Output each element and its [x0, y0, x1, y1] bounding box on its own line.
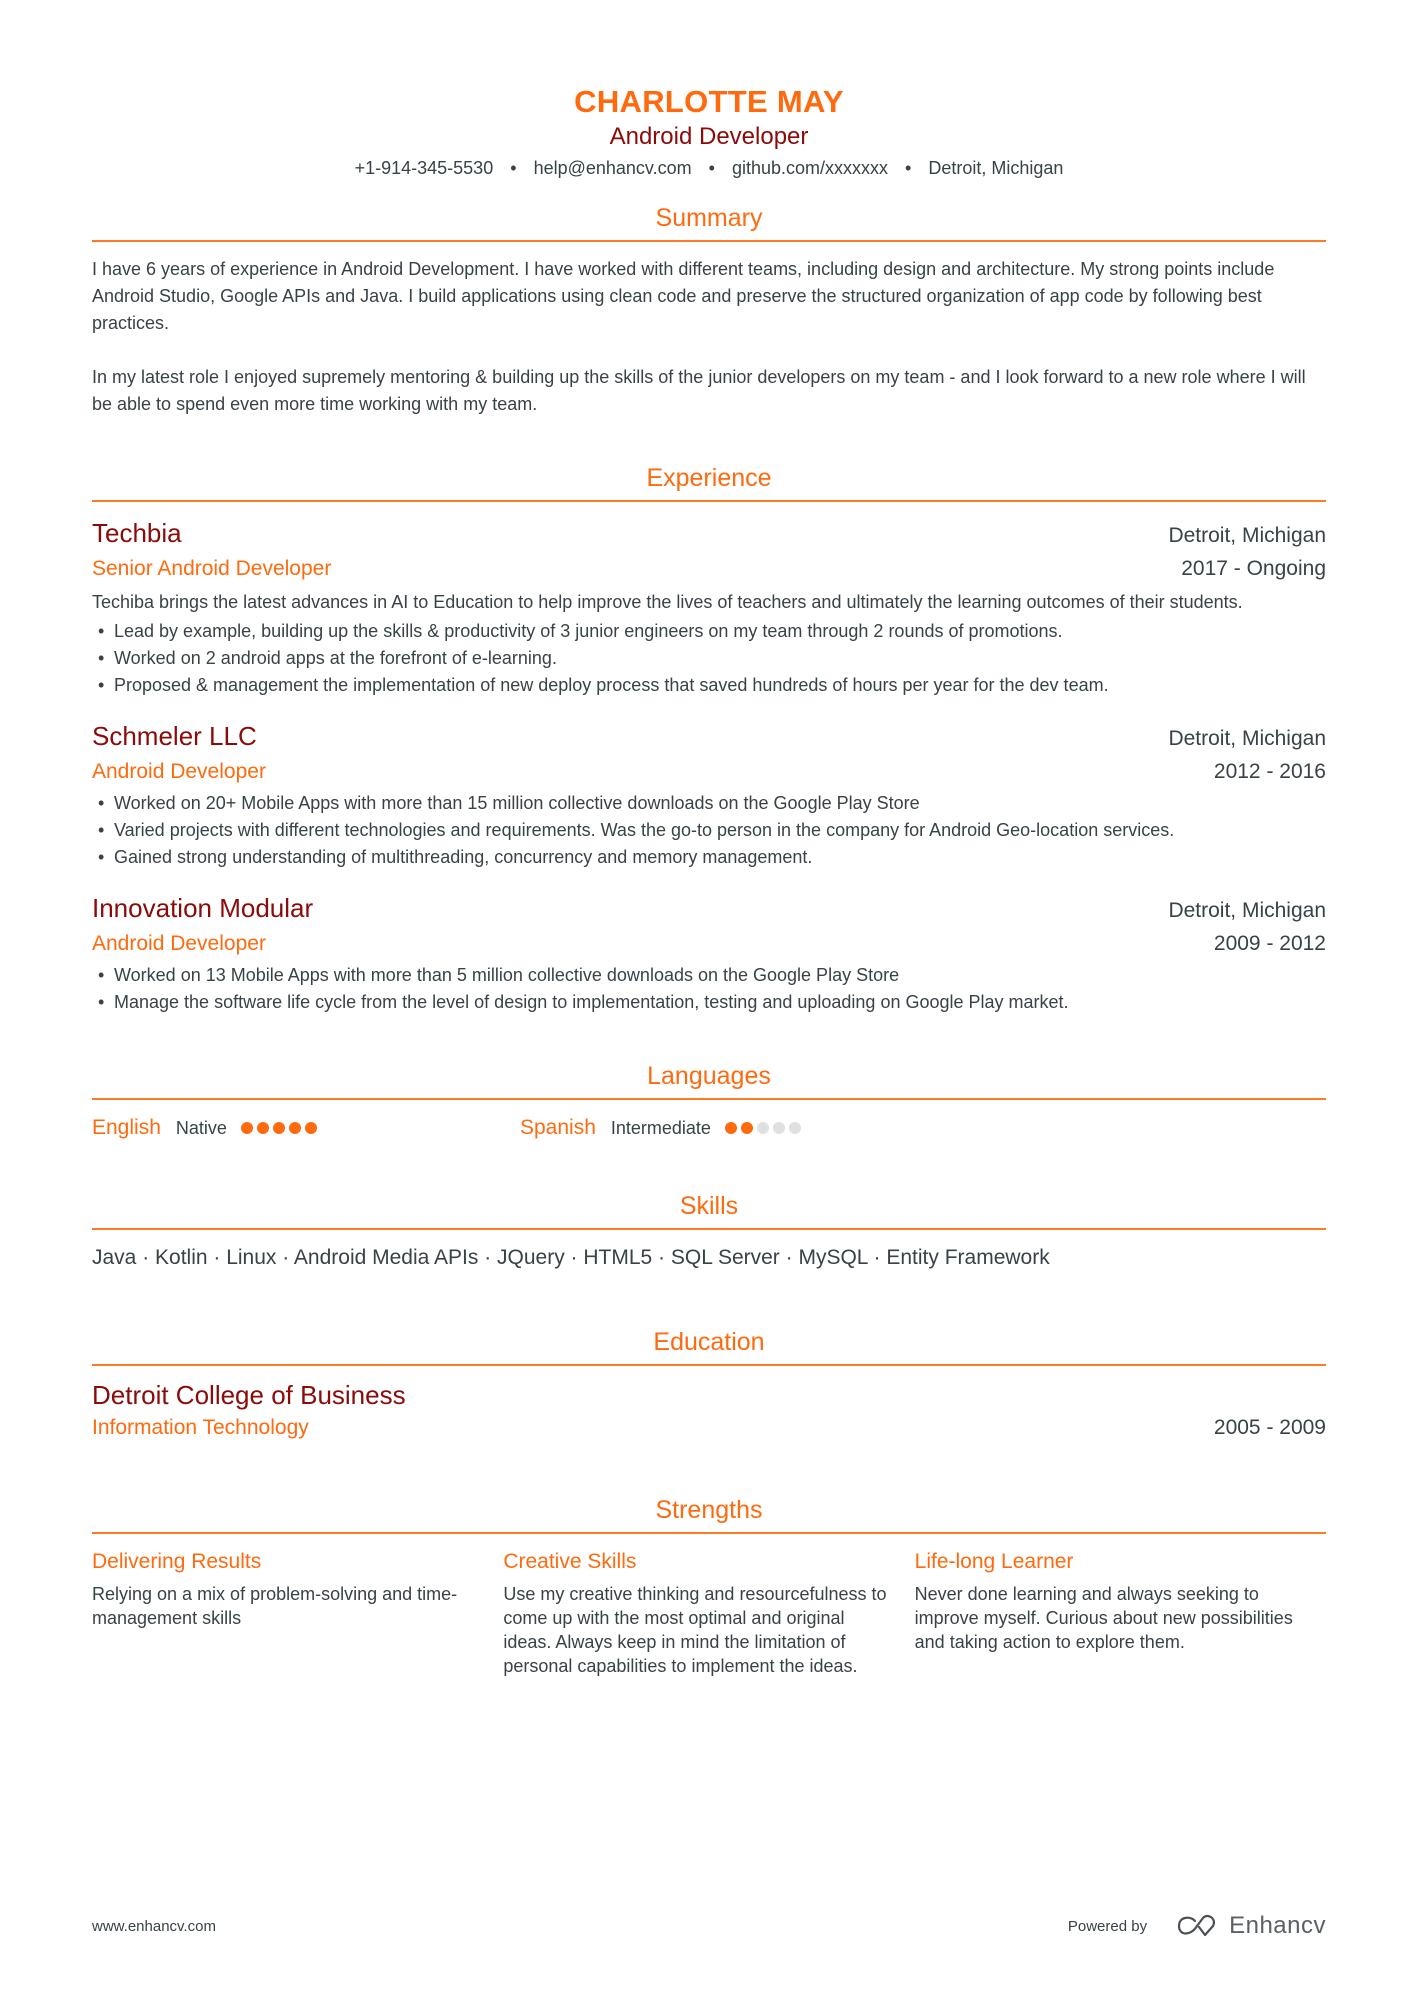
education-dates: 2005 - 2009 [1213, 1416, 1326, 1439]
rating-dot-empty [772, 1122, 785, 1134]
job-bullet: Manage the software life cycle from the … [92, 989, 1326, 1016]
enhancv-logo-icon [1177, 1914, 1216, 1937]
job-role: Android Developer [92, 932, 266, 955]
page-footer: www.enhancv.com Powered by Enhancv [92, 1912, 1326, 1940]
language-rating [240, 1122, 321, 1134]
job-role: Senior Android Developer [92, 557, 332, 580]
strength-description: Relying on a mix of problem-solving and … [92, 1584, 458, 1628]
summary-paragraph: In my latest role I enjoyed supremely me… [92, 367, 1306, 414]
school-name: Detroit College of Business [92, 1380, 406, 1410]
section-divider [92, 500, 1326, 502]
section-divider [92, 1098, 1326, 1100]
contact-separator: • [708, 158, 715, 178]
job-bullet: Worked on 2 android apps at the forefron… [92, 645, 1326, 672]
candidate-name: CHARLOTTE MAY [574, 84, 844, 119]
rating-dot-empty [756, 1122, 769, 1134]
strength-description: Use my creative thinking and resourceful… [503, 1584, 887, 1676]
job-bullet: Worked on 20+ Mobile Apps with more than… [92, 790, 1326, 817]
resume-page: CHARLOTTE MAY Android Developer +1-914-3… [92, 0, 1326, 1678]
contact-location: Detroit, Michigan [928, 158, 1064, 178]
rating-dot-filled [240, 1122, 253, 1134]
section-heading-strengths: Strengths [655, 1496, 763, 1524]
job-bullets: Lead by example, building up the skills … [92, 618, 1326, 699]
section-heading-summary: Summary [655, 204, 763, 232]
experience-section: Experience Techbia Detroit, Michigan Sen… [92, 462, 1326, 1016]
job-bullets: Worked on 13 Mobile Apps with more than … [92, 962, 1326, 1016]
strength-description: Never done learning and always seeking t… [914, 1584, 1293, 1652]
powered-by: Powered by Enhancv [1068, 1912, 1326, 1940]
rating-dot-filled [272, 1122, 285, 1134]
summary-paragraph: I have 6 years of experience in Android … [92, 259, 1275, 333]
job-bullet: Varied projects with different technolog… [92, 817, 1326, 844]
contact-phone: +1-914-345-5530 [354, 158, 494, 178]
language-name: Spanish [520, 1116, 596, 1139]
experience-entry: Innovation Modular Detroit, Michigan And… [92, 891, 1326, 1016]
languages-section: Languages English Native Spanish Interme… [92, 1060, 1326, 1144]
footer-url-link[interactable]: www.enhancv.com [92, 1918, 216, 1935]
skills-section: Skills Java · Kotlin · Linux · Android M… [92, 1190, 1326, 1274]
summary-section: Summary I have 6 years of experience in … [92, 202, 1326, 418]
brand-link[interactable]: Enhancv [1175, 1912, 1326, 1940]
powered-by-label: Powered by [1067, 1917, 1148, 1935]
job-location: Detroit, Michigan [1168, 899, 1326, 922]
job-bullet: Worked on 13 Mobile Apps with more than … [92, 962, 1326, 989]
contact-separator: • [905, 158, 912, 178]
strength-item: Life-long Learner Never done learning an… [915, 1546, 1326, 1678]
section-divider [92, 1228, 1326, 1230]
language-item: English Native [92, 1112, 520, 1144]
rating-dot-filled [304, 1122, 317, 1134]
company-name: Techbia [92, 518, 182, 548]
job-bullets: Worked on 20+ Mobile Apps with more than… [92, 790, 1326, 871]
company-name: Innovation Modular [92, 893, 314, 923]
company-name: Schmeler LLC [92, 721, 257, 751]
skills-list: Java · Kotlin · Linux · Android Media AP… [92, 1246, 1050, 1269]
section-heading-skills: Skills [679, 1192, 739, 1220]
job-bullet: Gained strong understanding of multithre… [92, 844, 1326, 871]
strength-item: Creative Skills Use my creative thinking… [503, 1546, 914, 1678]
section-heading-education: Education [653, 1328, 765, 1356]
contact-line: +1-914-345-5530 • help@enhancv.com • git… [92, 154, 1326, 182]
section-heading-experience: Experience [646, 464, 772, 492]
section-divider [92, 240, 1326, 242]
contact-email[interactable]: help@enhancv.com [534, 158, 692, 178]
education-section: Education Detroit College of Business In… [92, 1326, 1326, 1444]
degree-name: Information Technology [92, 1416, 309, 1439]
rating-dot-filled [724, 1122, 737, 1134]
section-heading-languages: Languages [647, 1062, 771, 1090]
job-bullet: Proposed & management the implementation… [92, 672, 1326, 699]
contact-github[interactable]: github.com/xxxxxxx [732, 158, 888, 178]
strength-item: Delivering Results Relying on a mix of p… [92, 1546, 503, 1678]
experience-entry: Schmeler LLC Detroit, Michigan Android D… [92, 719, 1326, 871]
job-role: Android Developer [92, 760, 266, 783]
language-item: Spanish Intermediate [520, 1112, 948, 1144]
strength-title: Creative Skills [503, 1550, 637, 1573]
rating-dot-filled [740, 1122, 753, 1134]
strength-title: Delivering Results [92, 1550, 262, 1573]
language-level: Intermediate [610, 1117, 711, 1138]
job-location: Detroit, Michigan [1168, 524, 1326, 547]
summary-body: I have 6 years of experience in Android … [92, 256, 1326, 418]
language-rating [724, 1122, 805, 1134]
section-divider [92, 1532, 1326, 1534]
strengths-section: Strengths Delivering Results Relying on … [92, 1494, 1326, 1678]
language-level: Native [175, 1117, 227, 1138]
education-entry: Detroit College of Business Information … [92, 1378, 1326, 1444]
language-name: English [92, 1116, 161, 1139]
job-dates: 2017 - Ongoing [1181, 557, 1326, 580]
candidate-title: Android Developer [609, 123, 809, 150]
rating-dot-empty [788, 1122, 801, 1134]
rating-dot-filled [288, 1122, 301, 1134]
job-bullet: Lead by example, building up the skills … [92, 618, 1326, 645]
job-dates: 2009 - 2012 [1213, 932, 1326, 955]
rating-dot-filled [256, 1122, 269, 1134]
job-description: Techiba brings the latest advances in AI… [92, 592, 1243, 612]
job-location: Detroit, Michigan [1168, 727, 1326, 750]
strength-title: Life-long Learner [914, 1550, 1074, 1573]
brand-name: Enhancv [1229, 1912, 1326, 1939]
section-divider [92, 1364, 1326, 1366]
contact-separator: • [510, 158, 517, 178]
experience-entry: Techbia Detroit, Michigan Senior Android… [92, 516, 1326, 699]
job-dates: 2012 - 2016 [1213, 760, 1326, 783]
resume-header: CHARLOTTE MAY Android Developer +1-914-3… [92, 0, 1326, 182]
